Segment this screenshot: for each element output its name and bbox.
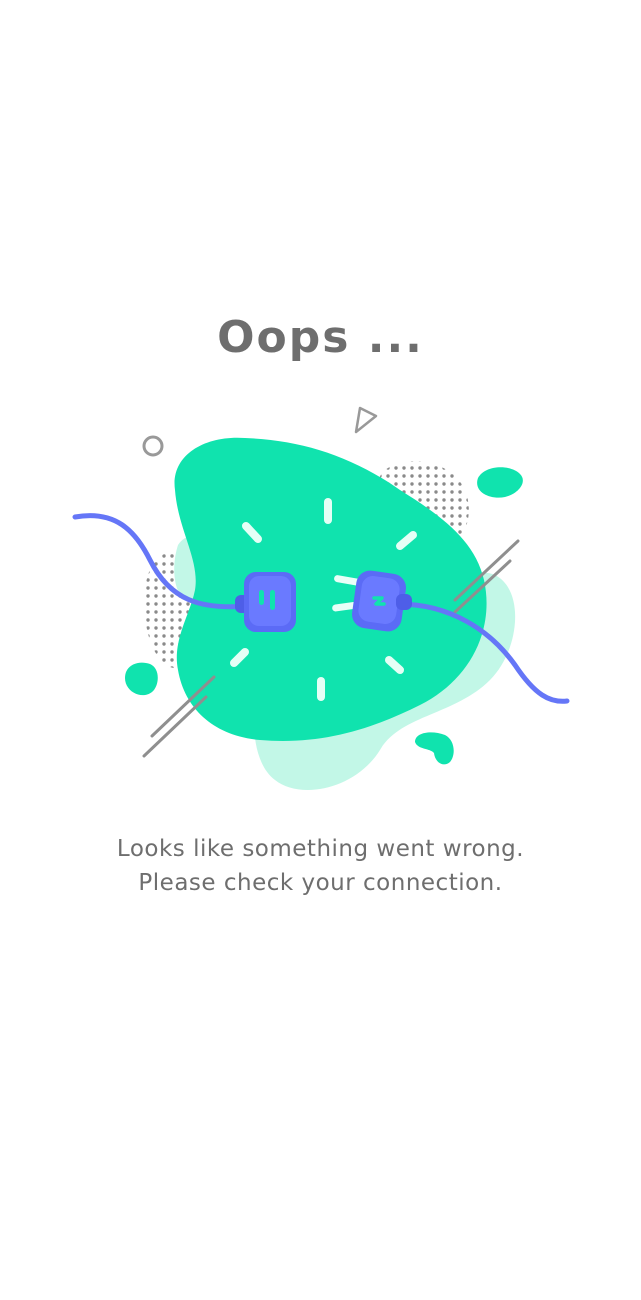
- outline-circle: [142, 435, 164, 457]
- green-blob-bottom-right: [415, 732, 454, 765]
- page-title: Oops ...: [217, 312, 424, 363]
- outline-triangle: [354, 406, 378, 434]
- disconnected-plug-icon: [72, 406, 570, 790]
- green-blob-top-right: [477, 467, 523, 498]
- error-message-line-2: Please check your connection.: [138, 870, 503, 896]
- error-message: Looks like something went wrong. Please …: [0, 832, 641, 900]
- green-blob-left: [125, 662, 158, 696]
- error-message-line-1: Looks like something went wrong.: [116, 836, 525, 862]
